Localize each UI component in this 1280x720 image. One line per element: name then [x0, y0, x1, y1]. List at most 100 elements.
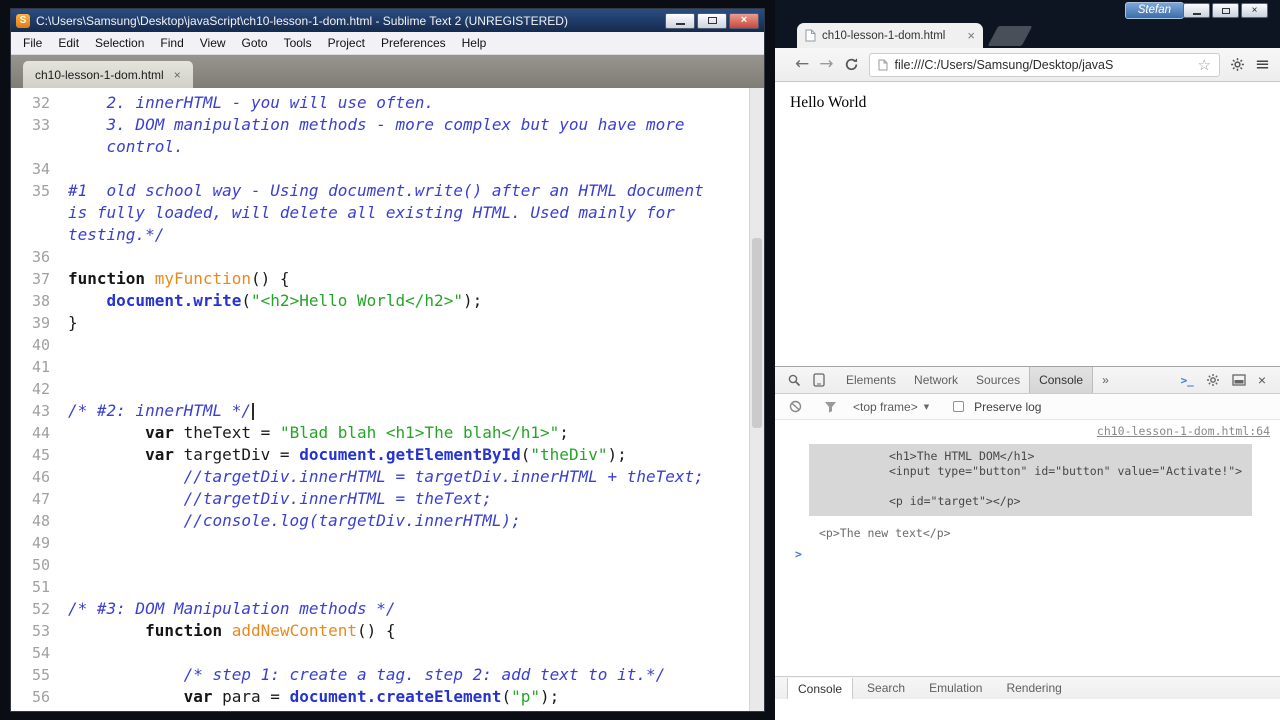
tab-close-icon[interactable]: ×	[174, 68, 181, 82]
code-line[interactable]: 51	[11, 576, 764, 598]
menu-item-view[interactable]: View	[192, 33, 234, 53]
drawer-tab-search[interactable]: Search	[857, 677, 915, 699]
scrollbar-thumb[interactable]	[752, 238, 762, 428]
preserve-log-checkbox[interactable]	[953, 401, 965, 412]
line-number: 39	[31, 314, 50, 332]
address-bar[interactable]: file:///C:/Users/Samsung/Desktop/javaS ☆	[868, 52, 1220, 77]
menu-item-help[interactable]: Help	[454, 33, 495, 53]
line-number: 45	[31, 446, 50, 464]
code-line[interactable]: 54	[11, 642, 764, 664]
new-tab-button[interactable]	[987, 26, 1033, 46]
devtools-tab-console[interactable]: Console	[1029, 367, 1094, 393]
console-source-link[interactable]: ch10-lesson-1-dom.html:64	[1097, 424, 1270, 438]
filter-icon[interactable]	[818, 401, 843, 413]
menu-item-preferences[interactable]: Preferences	[373, 33, 454, 53]
code-line[interactable]: 42	[11, 378, 764, 400]
devtools-tabs: Elements Network Sources Console»	[837, 367, 1118, 393]
code-line[interactable]: 47 //targetDiv.innerHTML = theText;	[11, 488, 764, 510]
code-line[interactable]: 48 //console.log(targetDiv.innerHTML);	[11, 510, 764, 532]
devtools-tab-network[interactable]: Network	[905, 367, 967, 393]
menu-item-project[interactable]: Project	[320, 33, 373, 53]
menu-item-file[interactable]: File	[15, 33, 50, 53]
minimize-button[interactable]	[1183, 3, 1210, 18]
devtools-close-icon[interactable]: ×	[1258, 372, 1266, 388]
code-line[interactable]: is fully loaded, will delete all existin…	[11, 202, 764, 224]
sublime-app-icon: S	[16, 13, 30, 28]
console-log-line: <p>The new text</p>	[819, 526, 951, 540]
menu-item-edit[interactable]: Edit	[50, 33, 87, 53]
devtools-tab-elements[interactable]: Elements	[837, 367, 905, 393]
console-drawer-icon[interactable]: >_	[1181, 374, 1194, 387]
drawer-content	[775, 699, 1280, 720]
code-line[interactable]: 49	[11, 532, 764, 554]
settings-gear-icon[interactable]	[1206, 373, 1220, 387]
dock-side-icon[interactable]	[1232, 374, 1246, 386]
code-line[interactable]: 56 var para = document.createElement("p"…	[11, 686, 764, 708]
code-line[interactable]: 55 /* step 1: create a tag. step 2: add …	[11, 664, 764, 686]
menu-icon[interactable]: ≡	[1255, 55, 1270, 74]
menu-item-find[interactable]: Find	[152, 33, 191, 53]
code-line[interactable]: 41	[11, 356, 764, 378]
browser-tab[interactable]: ch10-lesson-1-dom.html ×	[797, 23, 983, 48]
maximize-button[interactable]	[1212, 3, 1239, 18]
code-line[interactable]: 45 var targetDiv = document.getElementBy…	[11, 444, 764, 466]
close-button[interactable]: ×	[1241, 3, 1268, 18]
code-line[interactable]: 52 /* #3: DOM Manipulation methods */	[11, 598, 764, 620]
code-line[interactable]: control.	[11, 136, 764, 158]
menu-item-selection[interactable]: Selection	[87, 33, 152, 53]
bookmark-star-icon[interactable]: ☆	[1197, 56, 1210, 74]
window-controls: ×	[1183, 3, 1268, 18]
code-line[interactable]: 40	[11, 334, 764, 356]
prompt-chevron-icon: >	[795, 547, 802, 561]
window-controls: ×	[665, 12, 759, 29]
code-line-text: }	[68, 313, 78, 332]
code-line-text: //console.log(targetDiv.innerHTML);	[68, 511, 521, 530]
code-line[interactable]: 43 /* #2: innerHTML */	[11, 400, 764, 422]
sublime-tabbar: ch10-lesson-1-dom.html ×	[11, 55, 764, 88]
code-line[interactable]: 46 //targetDiv.innerHTML = targetDiv.inn…	[11, 466, 764, 488]
code-line[interactable]: 44 var theText = "Blad blah <h1>The blah…	[11, 422, 764, 444]
code-line[interactable]: 37 function myFunction() {	[11, 268, 764, 290]
code-line[interactable]: 38 document.write("<h2>Hello World</h2>"…	[11, 290, 764, 312]
drawer-tab-console[interactable]: Console	[787, 678, 854, 699]
drawer-tab-rendering[interactable]: Rendering	[996, 677, 1071, 699]
code-line[interactable]: 35 #1 old school way - Using document.wri…	[11, 180, 764, 202]
forward-button[interactable]: →	[819, 56, 833, 73]
code-line[interactable]: 32 2. innerHTML - you will use often.	[11, 92, 764, 114]
editor-scrollbar[interactable]	[749, 88, 764, 711]
code-line[interactable]: testing.*/	[11, 224, 764, 246]
code-line[interactable]: 34	[11, 158, 764, 180]
code-line-text: /* #3: DOM Manipulation methods */	[68, 599, 396, 618]
menu-item-goto[interactable]: Goto	[234, 33, 276, 53]
code-line-text: testing.*/	[68, 225, 165, 244]
sublime-titlebar[interactable]: S C:\Users\Samsung\Desktop\javaScript\ch…	[11, 9, 764, 32]
chrome-titlebar[interactable]: Stefan ×	[775, 0, 1280, 22]
minimize-button[interactable]	[665, 12, 695, 29]
inspect-element-icon[interactable]	[781, 367, 807, 393]
code-line[interactable]: 50	[11, 554, 764, 576]
clear-console-icon[interactable]	[783, 400, 808, 413]
page-icon	[878, 59, 888, 71]
device-mode-icon[interactable]	[807, 367, 831, 393]
tab-close-icon[interactable]: ×	[967, 28, 975, 43]
line-number: 50	[31, 556, 50, 574]
back-button[interactable]: ←	[795, 56, 809, 73]
editor-tab[interactable]: ch10-lesson-1-dom.html ×	[23, 61, 193, 88]
code-line[interactable]: 39}	[11, 312, 764, 334]
reload-button[interactable]	[844, 57, 859, 72]
code-line[interactable]: 33 3. DOM manipulation methods - more co…	[11, 114, 764, 136]
devtools-tab-overflow[interactable]: »	[1093, 367, 1118, 393]
maximize-button[interactable]	[697, 12, 727, 29]
gear-icon[interactable]	[1230, 57, 1245, 72]
console-prompt[interactable]: >	[775, 541, 1280, 561]
sublime-menubar: File Edit Selection Find View Goto Tools Projec…	[11, 32, 764, 55]
close-button[interactable]: ×	[729, 12, 759, 29]
line-number: 38	[31, 292, 50, 310]
code-line[interactable]: 36	[11, 246, 764, 268]
devtools-tab-sources[interactable]: Sources	[967, 367, 1029, 393]
menu-item-tools[interactable]: Tools	[276, 33, 320, 53]
code-editor[interactable]: 32 2. innerHTML - you will use often. 33 …	[11, 88, 764, 711]
frame-selector[interactable]: <top frame> ▼	[853, 400, 929, 414]
code-line[interactable]: 53 function addNewContent() {	[11, 620, 764, 642]
drawer-tab-emulation[interactable]: Emulation	[919, 677, 992, 699]
